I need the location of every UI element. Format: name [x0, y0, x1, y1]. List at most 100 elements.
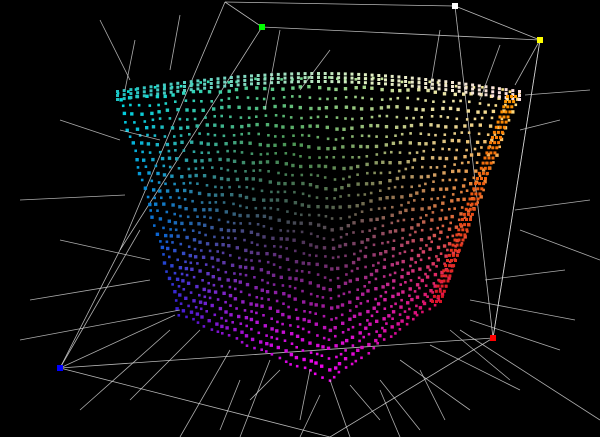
gamut-point	[308, 183, 313, 187]
gamut-rim-point	[176, 89, 180, 93]
gamut-edge-point	[455, 243, 459, 247]
gamut-edge-point	[500, 110, 504, 114]
gamut-point	[362, 85, 366, 89]
gamut-point	[354, 95, 357, 99]
gamut-point	[230, 193, 234, 197]
gamut-point	[444, 216, 448, 220]
gamut-edge-point	[483, 166, 487, 170]
gamut-rim-point	[209, 82, 213, 85]
gamut-point	[330, 318, 333, 321]
gamut-rim-point	[384, 78, 387, 82]
gamut-point	[270, 87, 275, 91]
gamut-rim-point	[430, 86, 434, 90]
gamut-point	[431, 262, 435, 266]
gamut-point	[185, 235, 189, 240]
gamut-point	[460, 206, 464, 209]
gamut-point	[351, 156, 354, 159]
gamut-point	[177, 314, 181, 317]
gamut-point	[410, 185, 413, 189]
gamut-point	[331, 256, 335, 260]
gamut-rim-point	[203, 78, 207, 82]
gamut-point	[164, 233, 168, 238]
gamut-point	[229, 313, 233, 317]
gamut-point	[315, 352, 319, 356]
gamut-edge-point	[436, 284, 440, 288]
gamut-point	[344, 105, 349, 109]
gamut-point	[191, 199, 194, 203]
gamut-rim-point	[363, 73, 367, 77]
gamut-point	[261, 278, 264, 282]
gamut-point	[173, 221, 178, 225]
gamut-point	[479, 195, 483, 199]
gamut-point	[169, 228, 172, 231]
color-gamut-viewport[interactable]	[0, 0, 600, 437]
gamut-edge-point	[484, 177, 487, 180]
gamut-point	[245, 177, 249, 181]
gamut-point	[390, 325, 394, 329]
gamut-point	[121, 104, 125, 108]
gamut-point	[268, 216, 273, 220]
gamut-rim-point	[497, 95, 501, 99]
gamut-point	[459, 99, 462, 103]
gamut-point	[341, 321, 345, 325]
gamut-point	[451, 169, 455, 174]
gamut-point	[267, 298, 270, 301]
gamut-edge-point	[453, 238, 457, 242]
gamut-point	[386, 105, 391, 109]
gamut-point	[432, 100, 435, 103]
gamut-point	[378, 181, 382, 185]
gamut-point	[233, 327, 237, 332]
gamut-point	[370, 181, 375, 186]
gamut-point	[358, 323, 362, 326]
gamut-edge-point	[497, 141, 501, 145]
gamut-point	[422, 220, 426, 224]
gamut-point	[309, 232, 313, 236]
gamut-point	[379, 106, 384, 110]
gamut-point	[459, 212, 463, 216]
gamut-point	[290, 332, 294, 336]
gamut-point	[467, 161, 470, 164]
gamut-point	[299, 221, 303, 225]
gamut-point	[245, 282, 250, 287]
gamut-point	[205, 184, 209, 187]
gamut-point	[273, 290, 278, 295]
gamut-point	[291, 163, 295, 168]
gamut-point	[288, 276, 292, 280]
gamut-point	[346, 224, 350, 228]
gamut-point	[316, 284, 320, 288]
gamut-point	[366, 171, 369, 175]
gamut-point	[401, 259, 405, 264]
gamut-point	[369, 218, 373, 222]
gamut-point	[300, 213, 303, 217]
gamut-point	[421, 156, 425, 160]
gamut-point	[325, 197, 329, 200]
gamut-rim-point	[236, 75, 240, 79]
gamut-point	[187, 245, 191, 248]
gamut-point	[154, 164, 158, 168]
gamut-edge-point	[504, 100, 508, 104]
gamut-point	[280, 78, 283, 81]
gamut-point	[130, 112, 134, 116]
gamut-point	[410, 297, 414, 302]
gamut-point	[192, 238, 197, 242]
gamut-3d-scene[interactable]	[0, 0, 600, 437]
gamut-rim-point	[216, 81, 220, 85]
gamut-point	[264, 114, 268, 117]
gamut-point	[279, 237, 283, 241]
gamut-point	[411, 207, 415, 212]
gamut-point	[163, 94, 167, 99]
gamut-point	[208, 296, 212, 300]
gamut-point	[433, 173, 437, 177]
gamut-point	[465, 118, 469, 121]
gamut-point	[329, 297, 333, 300]
gamut-point	[243, 238, 246, 242]
gamut-point	[324, 106, 329, 110]
gamut-point	[309, 302, 313, 306]
gamut-point	[430, 115, 434, 118]
gamut-point	[275, 337, 279, 341]
gamut-edge-point	[492, 130, 496, 134]
gamut-point	[213, 235, 216, 239]
gamut-edge-point	[446, 269, 450, 273]
gamut-point	[160, 196, 163, 200]
gamut-point	[372, 264, 375, 267]
